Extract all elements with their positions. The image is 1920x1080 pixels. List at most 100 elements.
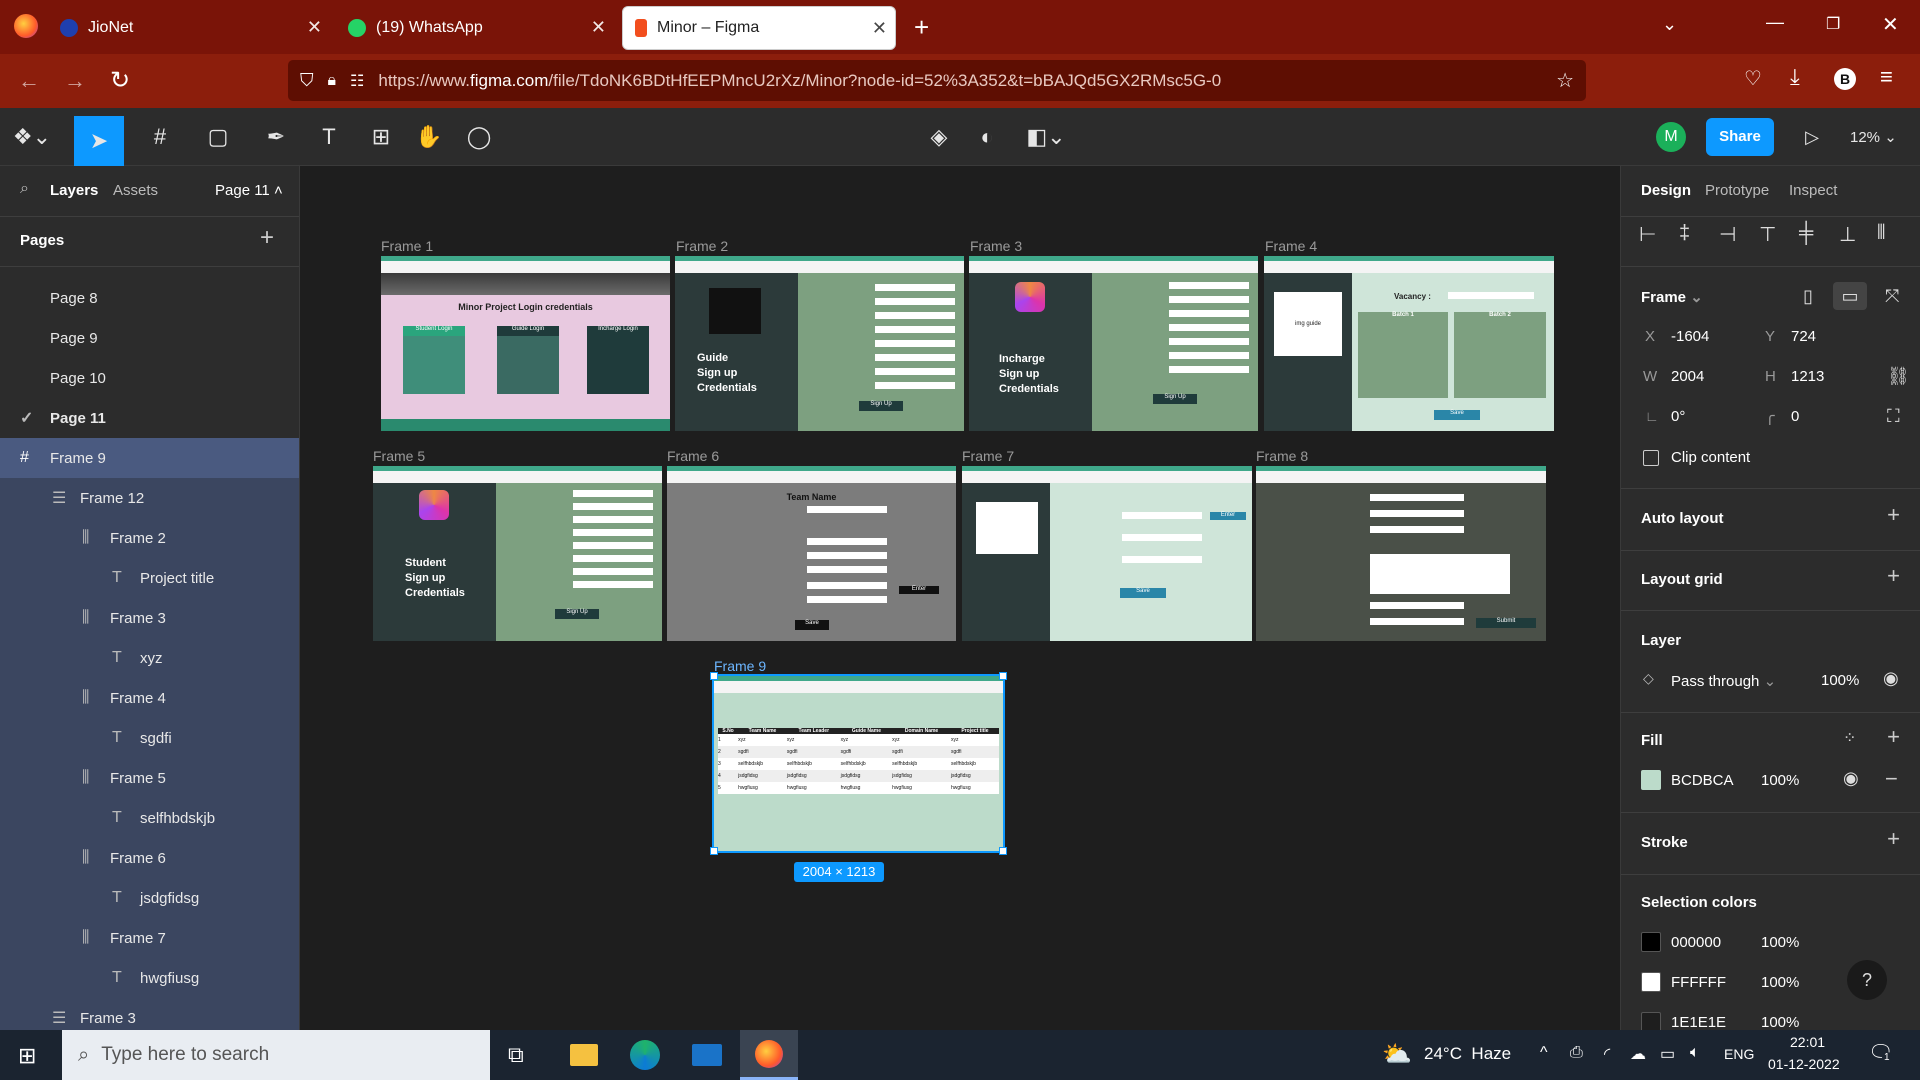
frame-5-preview[interactable]: Student Sign up Credentials Sign Up (373, 466, 662, 641)
frame-7-preview[interactable]: Enter Save (962, 466, 1252, 641)
layer-row[interactable]: ⫼ Frame 4 (0, 678, 299, 718)
tab-inspect[interactable]: Inspect (1789, 182, 1837, 199)
frame-3-preview[interactable]: Incharge Sign up Credentials Sign Up (969, 256, 1258, 431)
layer-row[interactable]: T selfhbdskjb (0, 798, 299, 838)
zoom-level[interactable]: 12% ⌄ (1850, 128, 1897, 146)
y-input[interactable]: 724 (1791, 328, 1816, 345)
resize-handle[interactable] (999, 847, 1007, 855)
tab-jionet[interactable]: JioNet ✕ (60, 6, 330, 50)
tab-assets[interactable]: Assets (113, 182, 158, 199)
profile-avatar[interactable]: B (1834, 68, 1856, 90)
frame-label-selected[interactable]: Frame 9 (714, 658, 766, 674)
fill-opacity-input[interactable]: 100% (1761, 772, 1799, 789)
tab-design[interactable]: Design (1641, 182, 1691, 199)
page-item[interactable]: Page 9 (0, 318, 299, 358)
boolean-icon[interactable]: ◧⌄ (1024, 123, 1068, 151)
frame-label[interactable]: Frame 2 (676, 238, 728, 254)
notification-center-icon[interactable]: 🗨︎ 1 (1868, 1040, 1893, 1065)
battery-icon[interactable]: ▭ (1660, 1044, 1675, 1064)
frame-6-preview[interactable]: Team Name Enter Save (667, 466, 956, 641)
visibility-eye-icon[interactable]: ◉ (1883, 668, 1899, 689)
layer-row[interactable]: ⫼ Frame 5 (0, 758, 299, 798)
layer-row[interactable]: T Project title (0, 558, 299, 598)
resize-handle[interactable] (710, 672, 718, 680)
shield-icon[interactable]: ⛉ (300, 70, 314, 91)
align-center-h-icon[interactable]: ‡ (1679, 222, 1690, 245)
portrait-icon[interactable]: ▯ (1803, 286, 1813, 307)
mail-icon[interactable] (692, 1044, 722, 1066)
rotation-input[interactable]: 0° (1671, 408, 1685, 425)
frame-9-preview[interactable]: S.No Team Name Team Leader Guide Name Do… (712, 674, 1005, 853)
close-tab-icon[interactable]: ✕ (872, 18, 887, 39)
color-opacity[interactable]: 100% (1761, 1014, 1799, 1030)
layer-row[interactable]: T hwgfiusg (0, 958, 299, 998)
frame-label[interactable]: Frame 5 (373, 448, 425, 464)
bookmark-star-icon[interactable]: ☆ (1556, 68, 1574, 93)
meet-now-icon[interactable]: ⎙ (1570, 1044, 1583, 1062)
fill-visibility-icon[interactable]: ◉ (1843, 768, 1859, 789)
layer-row-selected[interactable]: # Frame 9 (0, 438, 299, 478)
add-page-icon[interactable]: + (260, 224, 274, 252)
align-bottom-icon[interactable]: ⊥ (1839, 222, 1856, 247)
show-hidden-icons[interactable]: ^ (1540, 1044, 1548, 1062)
layer-row[interactable]: ⫼ Frame 7 (0, 918, 299, 958)
component-icon[interactable]: ◈ (924, 123, 954, 151)
tab-prototype[interactable]: Prototype (1705, 182, 1769, 199)
frame-8-preview[interactable]: Submit (1256, 466, 1546, 641)
downloads-icon[interactable]: ⤓ (1790, 64, 1800, 90)
menu-icon[interactable]: ≡ (1880, 64, 1893, 90)
color-hex[interactable]: FFFFFF (1671, 974, 1726, 991)
windows-start-icon[interactable]: ⊞ (18, 1043, 36, 1069)
align-middle-icon[interactable]: ╪ (1799, 222, 1813, 245)
independent-corners-icon[interactable]: ⛶ (1887, 406, 1900, 427)
reload-icon[interactable]: ↻ (110, 66, 130, 95)
frame-label[interactable]: Frame 7 (962, 448, 1014, 464)
align-top-icon[interactable]: ⊤ (1759, 222, 1776, 247)
weather-icon[interactable]: ⛅ (1382, 1040, 1412, 1069)
network-icon[interactable]: ◜ (1604, 1044, 1610, 1064)
pocket-icon[interactable]: ♡ (1744, 66, 1762, 91)
comment-tool-icon[interactable]: ◯ (464, 123, 494, 151)
edge-icon[interactable] (630, 1040, 660, 1070)
shape-tool-icon[interactable]: ▢ (198, 123, 238, 151)
add-stroke-icon[interactable]: + (1887, 826, 1900, 852)
frame-4-preview[interactable]: img guide Vacancy : Batch 1 Batch 2 Save (1264, 256, 1554, 431)
layer-row[interactable]: ⫼ Frame 2 (0, 518, 299, 558)
resources-icon[interactable]: ⊞ (366, 123, 396, 151)
landscape-icon[interactable]: ▭ (1833, 282, 1867, 310)
url-bar[interactable]: ⛉ 🔒︎ ☷ https://www. figma.com/file/TdoNK6… (288, 60, 1586, 101)
pen-tool-icon[interactable]: ✒ (256, 123, 296, 151)
layer-opacity-input[interactable]: 100% (1821, 672, 1859, 689)
resize-to-fit-icon[interactable]: ⤧ (1885, 286, 1899, 307)
hand-tool-icon[interactable]: ✋ (414, 123, 444, 151)
layer-row[interactable]: T sgdfi (0, 718, 299, 758)
text-tool-icon[interactable]: T (314, 123, 344, 151)
frame-2-preview[interactable]: Guide Sign up Credentials Sign Up (675, 256, 964, 431)
back-icon[interactable]: ← (18, 68, 40, 94)
constrain-proportions-icon[interactable]: ⛓ (1887, 366, 1910, 387)
frame-label[interactable]: Frame 6 (667, 448, 719, 464)
color-swatch[interactable] (1641, 932, 1661, 952)
frame-label[interactable]: Frame 4 (1265, 238, 1317, 254)
layer-row[interactable]: ⫼ Frame 6 (0, 838, 299, 878)
frame-tool-icon[interactable]: # (140, 123, 180, 151)
firefox-icon[interactable] (14, 14, 38, 38)
resize-handle[interactable] (999, 672, 1007, 680)
lock-icon[interactable]: 🔒︎ (328, 72, 337, 90)
styles-icon[interactable]: ⁘ (1843, 728, 1856, 748)
remove-fill-icon[interactable]: − (1885, 766, 1898, 792)
frame-label[interactable]: Frame 1 (381, 238, 433, 254)
weather-text[interactable]: 24°C Haze (1424, 1044, 1511, 1064)
align-right-icon[interactable]: ⊣ (1719, 222, 1736, 247)
restore-icon[interactable]: ❐ (1826, 14, 1840, 34)
file-explorer-icon[interactable] (570, 1044, 598, 1066)
language-indicator[interactable]: ENG (1724, 1046, 1754, 1062)
clock-time[interactable]: 22:01 (1790, 1034, 1825, 1050)
page-item[interactable]: Page 8 (0, 278, 299, 318)
page-selector[interactable]: Page 11 ˄ (215, 182, 283, 199)
frame-label[interactable]: Frame 8 (1256, 448, 1308, 464)
clip-content-checkbox[interactable] (1643, 450, 1659, 466)
taskbar-search[interactable]: ⌕ Type here to search (62, 1030, 490, 1080)
align-left-icon[interactable]: ⊢ (1639, 222, 1656, 247)
onedrive-icon[interactable]: ☁ (1630, 1044, 1646, 1064)
